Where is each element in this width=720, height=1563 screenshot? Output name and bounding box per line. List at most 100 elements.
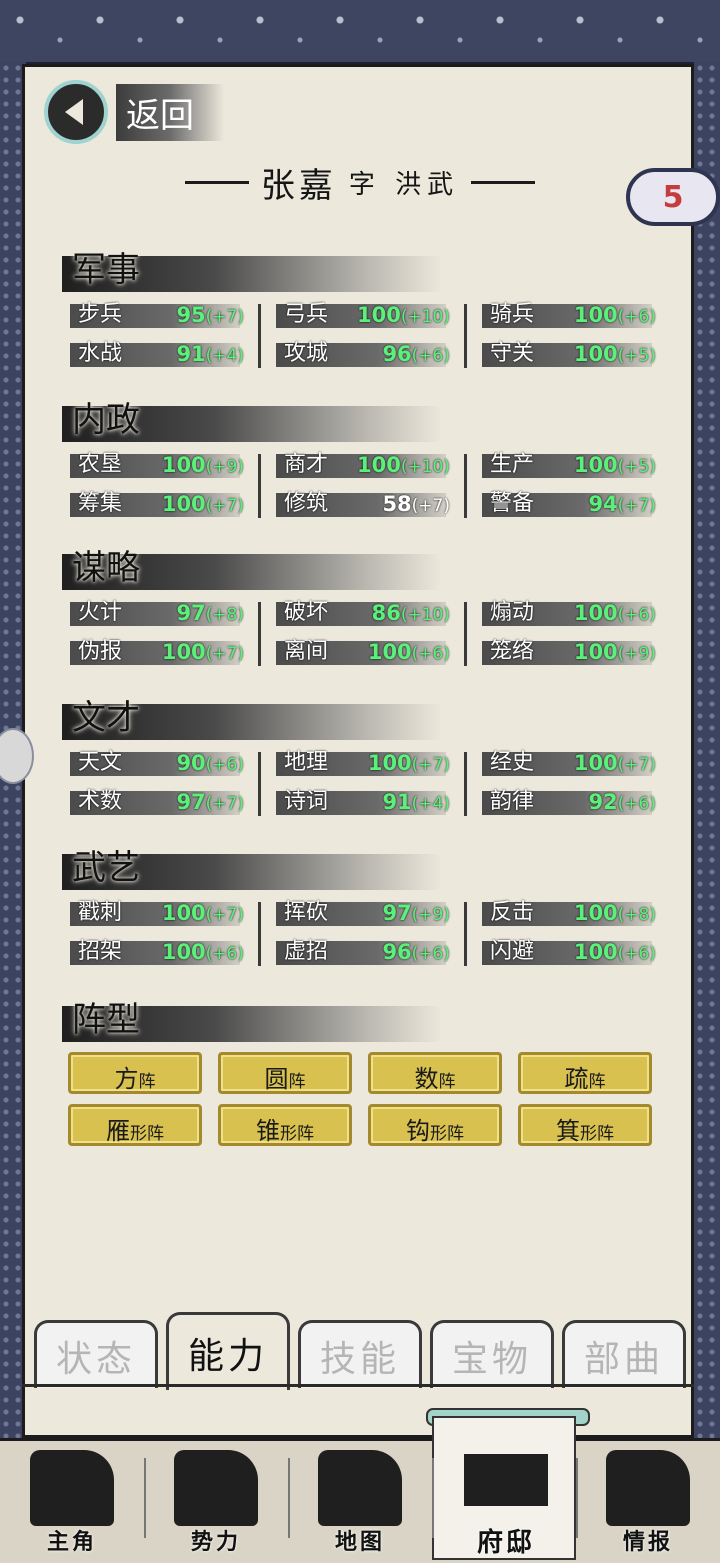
stat-value: 97(+9) (382, 898, 450, 930)
stat-value: 91(+4) (382, 787, 450, 819)
stat-row: 离间 100(+6) (276, 637, 456, 667)
stat-number: 94 (588, 492, 618, 516)
stat-label: 商才 (284, 452, 329, 477)
stat-row: 煽动 100(+6) (482, 598, 662, 628)
stat-row: 闪避 100(+6) (482, 937, 662, 967)
tab-1[interactable]: 能力 (166, 1312, 290, 1390)
formation-char: 箕 (556, 1117, 580, 1145)
back-button[interactable]: 返回 (44, 80, 244, 144)
formation-suffix: 阵 (288, 1072, 306, 1092)
stat-label: 农垦 (78, 452, 123, 477)
stat-number: 100 (573, 303, 618, 327)
stat-number: 100 (161, 940, 206, 964)
stat-row: 天文 90(+6) (70, 748, 250, 778)
formation-button[interactable]: 数阵 (368, 1052, 502, 1094)
stat-label: 离间 (284, 639, 329, 664)
nav-item-0[interactable]: 主角 (0, 1438, 144, 1560)
stat-row: 商才 100(+10) (276, 450, 456, 480)
nav-separator (288, 1458, 290, 1538)
stat-number: 100 (161, 901, 206, 925)
stat-row: 戳刺 100(+7) (70, 898, 250, 928)
formation-button[interactable]: 箕形阵 (518, 1104, 652, 1146)
stat-value: 100(+6) (574, 300, 656, 332)
section-title-4: 武艺 (62, 848, 442, 890)
stat-number: 58 (382, 492, 412, 516)
section-title-label: 军事 (72, 250, 140, 290)
stat-label: 经史 (490, 750, 535, 775)
stat-label: 骑兵 (490, 302, 535, 327)
column-divider (464, 902, 467, 966)
left-ornament (184, 180, 249, 184)
stat-bonus: (+6) (205, 755, 244, 775)
stat-value: 100(+6) (574, 598, 656, 630)
right-decorative-border (694, 62, 720, 1438)
stat-bonus: (+6) (617, 307, 656, 327)
stat-label: 戳刺 (78, 900, 123, 925)
nav-item-4[interactable]: 情报 (576, 1438, 720, 1560)
top-decorative-border (0, 0, 720, 66)
stat-number: 100 (573, 751, 618, 775)
stat-row: 笼络 100(+9) (482, 637, 662, 667)
stat-bonus: (+6) (617, 944, 656, 964)
stat-number: 100 (573, 342, 618, 366)
formation-button[interactable]: 雁形阵 (68, 1104, 202, 1146)
nav-label: 情报 (622, 1530, 673, 1555)
formation-suffix: 形阵 (130, 1124, 164, 1144)
formation-char: 疏 (564, 1065, 589, 1093)
tab-4[interactable]: 部曲 (562, 1320, 686, 1388)
formation-char: 雁 (106, 1117, 130, 1145)
stat-number: 97 (176, 790, 206, 814)
stat-number: 100 (573, 453, 618, 477)
stat-bonus: (+10) (400, 457, 450, 477)
nav-item-3[interactable]: 府邸 (432, 1416, 576, 1560)
stat-bonus: (+9) (411, 905, 450, 925)
column-divider (258, 304, 261, 368)
stat-bonus: (+6) (617, 605, 656, 625)
tab-0[interactable]: 状态 (34, 1320, 158, 1388)
nav-label: 地图 (334, 1530, 385, 1555)
stat-value: 86(+10) (372, 598, 450, 630)
stat-number: 100 (573, 940, 618, 964)
stat-row: 反击 100(+8) (482, 898, 662, 928)
stat-label: 煽动 (490, 600, 535, 625)
nav-icon (464, 1454, 548, 1506)
formation-char: 圆 (264, 1065, 289, 1093)
cloud-badge[interactable]: 5 (626, 168, 720, 226)
stat-value: 58(+7) (382, 489, 450, 521)
formation-suffix: 形阵 (580, 1124, 614, 1144)
stat-value: 100(+9) (574, 637, 656, 669)
stat-row: 韵律 92(+6) (482, 787, 662, 817)
stat-label: 韵律 (490, 789, 535, 814)
formation-button[interactable]: 圆阵 (218, 1052, 352, 1094)
stat-label: 筹集 (78, 491, 123, 516)
tab-2[interactable]: 技能 (298, 1320, 422, 1388)
stat-bonus: (+7) (617, 496, 656, 516)
formation-button[interactable]: 钩形阵 (368, 1104, 502, 1146)
formation-char: 方 (114, 1065, 139, 1093)
formation-button[interactable]: 锥形阵 (218, 1104, 352, 1146)
back-arrow-icon (44, 80, 108, 144)
stat-label: 弓兵 (284, 302, 329, 327)
stat-value: 92(+6) (588, 787, 656, 819)
nav-item-1[interactable]: 势力 (144, 1438, 288, 1560)
formation-button[interactable]: 疏阵 (518, 1052, 652, 1094)
column-divider (464, 304, 467, 368)
stat-value: 100(+7) (162, 489, 244, 521)
stat-number: 100 (161, 492, 206, 516)
formation-button[interactable]: 方阵 (68, 1052, 202, 1094)
stat-bonus: (+7) (205, 794, 244, 814)
tab-3[interactable]: 宝物 (430, 1320, 554, 1388)
stat-value: 95(+7) (176, 300, 244, 332)
section-title-label: 文才 (72, 698, 140, 738)
column-divider (258, 454, 261, 518)
stat-number: 95 (176, 303, 206, 327)
stat-row: 诗词 91(+4) (276, 787, 456, 817)
stat-value: 90(+6) (176, 748, 244, 780)
stat-bonus: (+9) (205, 457, 244, 477)
nav-item-2[interactable]: 地图 (288, 1438, 432, 1560)
stat-row: 生产 100(+5) (482, 450, 662, 480)
stat-value: 100(+6) (368, 637, 450, 669)
stat-row: 守关 100(+5) (482, 339, 662, 369)
nav-icon (30, 1450, 114, 1526)
stat-row: 破坏 86(+10) (276, 598, 456, 628)
